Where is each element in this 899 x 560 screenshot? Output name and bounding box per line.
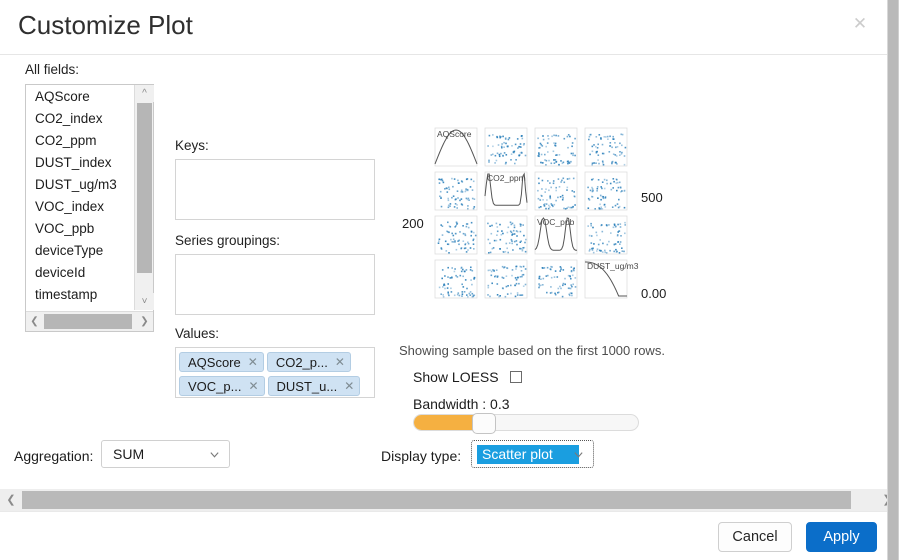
dialog-titlebar: Customize Plot ✕ bbox=[0, 0, 888, 55]
show-loess-row: Show LOESS bbox=[413, 369, 522, 385]
close-icon[interactable]: ✕ bbox=[248, 356, 258, 368]
bandwidth-slider[interactable] bbox=[413, 413, 639, 434]
cancel-button[interactable]: Cancel bbox=[718, 522, 792, 552]
dialog-horizontal-scrollbar[interactable]: ❮ ❯ bbox=[0, 489, 898, 511]
all-fields-listbox[interactable]: AQScore CO2_index CO2_ppm DUST_index DUS… bbox=[25, 84, 154, 332]
chevron-down-icon bbox=[574, 452, 583, 458]
keys-label: Keys: bbox=[175, 138, 209, 153]
series-groupings-label: Series groupings: bbox=[175, 233, 281, 248]
svg-text:0.00: 0.00 bbox=[641, 286, 666, 301]
value-chip-label: AQScore bbox=[188, 354, 241, 370]
slider-fill bbox=[414, 415, 480, 430]
list-item[interactable]: CO2_index bbox=[26, 107, 134, 129]
customize-plot-dialog: Customize Plot ✕ All fields: AQScore CO2… bbox=[0, 0, 899, 560]
scrollbar-thumb-vertical[interactable] bbox=[137, 103, 152, 273]
show-loess-label: Show LOESS bbox=[413, 369, 499, 385]
list-item[interactable]: DUST_ug/m3 bbox=[26, 173, 134, 195]
chevron-left-icon[interactable]: ❮ bbox=[0, 489, 22, 511]
list-item[interactable]: VOC_ppb bbox=[26, 217, 134, 239]
display-type-label: Display type: bbox=[381, 448, 462, 464]
list-item[interactable]: deviceType bbox=[26, 239, 134, 261]
value-chip[interactable]: DUST_u... ✕ bbox=[267, 376, 361, 396]
listbox-horizontal-scrollbar[interactable]: ❮ ❯ bbox=[26, 311, 153, 331]
dialog-footer: Cancel Apply bbox=[0, 511, 888, 560]
value-chip[interactable]: AQScore ✕ bbox=[179, 352, 264, 372]
list-item[interactable]: DUST_index bbox=[26, 151, 134, 173]
page-vertical-scrollbar[interactable] bbox=[887, 0, 898, 560]
value-chip[interactable]: VOC_p... ✕ bbox=[179, 376, 265, 396]
bandwidth-label: Bandwidth : 0.3 bbox=[413, 396, 510, 412]
values-label: Values: bbox=[175, 326, 220, 341]
slider-handle[interactable] bbox=[472, 413, 496, 434]
scrollbar-thumb-horizontal[interactable] bbox=[44, 314, 132, 329]
display-type-value: Scatter plot bbox=[477, 445, 579, 464]
close-icon[interactable]: ✕ bbox=[344, 380, 354, 392]
list-item[interactable]: timestamp bbox=[26, 283, 134, 305]
value-chip[interactable]: CO2_p... ✕ bbox=[266, 352, 351, 372]
list-item[interactable]: deviceId bbox=[26, 261, 134, 283]
scrollbar-thumb-horizontal[interactable] bbox=[22, 491, 851, 509]
chevron-left-icon[interactable]: ❮ bbox=[26, 312, 43, 331]
svg-text:500: 500 bbox=[641, 190, 663, 205]
aggregation-value: SUM bbox=[113, 446, 145, 462]
listbox-vertical-scrollbar[interactable]: ^ ˅ bbox=[134, 85, 154, 310]
chevron-up-icon[interactable]: ^ bbox=[135, 85, 154, 102]
aggregation-label: Aggregation: bbox=[14, 448, 94, 464]
chevron-right-icon[interactable]: ❯ bbox=[136, 312, 153, 331]
svg-text:AQScore: AQScore bbox=[437, 129, 472, 139]
page-title: Customize Plot bbox=[18, 10, 193, 40]
list-item[interactable]: VOC_index bbox=[26, 195, 134, 217]
aggregation-select[interactable]: SUM bbox=[101, 440, 230, 468]
close-icon[interactable]: ✕ bbox=[335, 356, 345, 368]
dialog-body: All fields: AQScore CO2_index CO2_ppm DU… bbox=[0, 56, 888, 488]
close-icon[interactable]: ✕ bbox=[248, 380, 258, 392]
scatter-plot-matrix-preview: AQScore CO2_ppm VOC_ppb DUST_ug/m3 200 500 0.0… bbox=[400, 116, 670, 316]
svg-text:DUST_ug/m3: DUST_ug/m3 bbox=[587, 261, 639, 271]
splom-svg: AQScore CO2_ppm VOC_ppb DUST_ug/m3 200 500 0.0… bbox=[402, 127, 666, 301]
value-chip-label: CO2_p... bbox=[275, 354, 328, 370]
list-item[interactable]: AQScore bbox=[26, 85, 134, 107]
chevron-down-icon bbox=[210, 452, 219, 458]
all-fields-list: AQScore CO2_index CO2_ppm DUST_index DUS… bbox=[26, 85, 134, 310]
svg-text:CO2_ppm: CO2_ppm bbox=[487, 173, 526, 183]
apply-button[interactable]: Apply bbox=[806, 522, 877, 552]
values-dropzone[interactable]: AQScore ✕ CO2_p... ✕ VOC_p... ✕ DUST_u..… bbox=[175, 347, 375, 398]
close-icon[interactable]: ✕ bbox=[850, 14, 870, 34]
sample-note: Showing sample based on the first 1000 r… bbox=[399, 343, 665, 358]
svg-text:VOC_ppb: VOC_ppb bbox=[537, 217, 575, 227]
series-groupings-dropzone[interactable] bbox=[175, 254, 375, 315]
keys-dropzone[interactable] bbox=[175, 159, 375, 220]
chevron-down-icon[interactable]: ˅ bbox=[135, 293, 154, 310]
svg-text:200: 200 bbox=[402, 216, 424, 231]
list-item[interactable]: CO2_ppm bbox=[26, 129, 134, 151]
show-loess-checkbox[interactable] bbox=[509, 371, 522, 383]
value-chip-label: DUST_u... bbox=[276, 378, 338, 394]
all-fields-label: All fields: bbox=[25, 62, 80, 77]
display-type-select[interactable]: Scatter plot bbox=[471, 440, 594, 468]
value-chip-label: VOC_p... bbox=[188, 378, 242, 394]
